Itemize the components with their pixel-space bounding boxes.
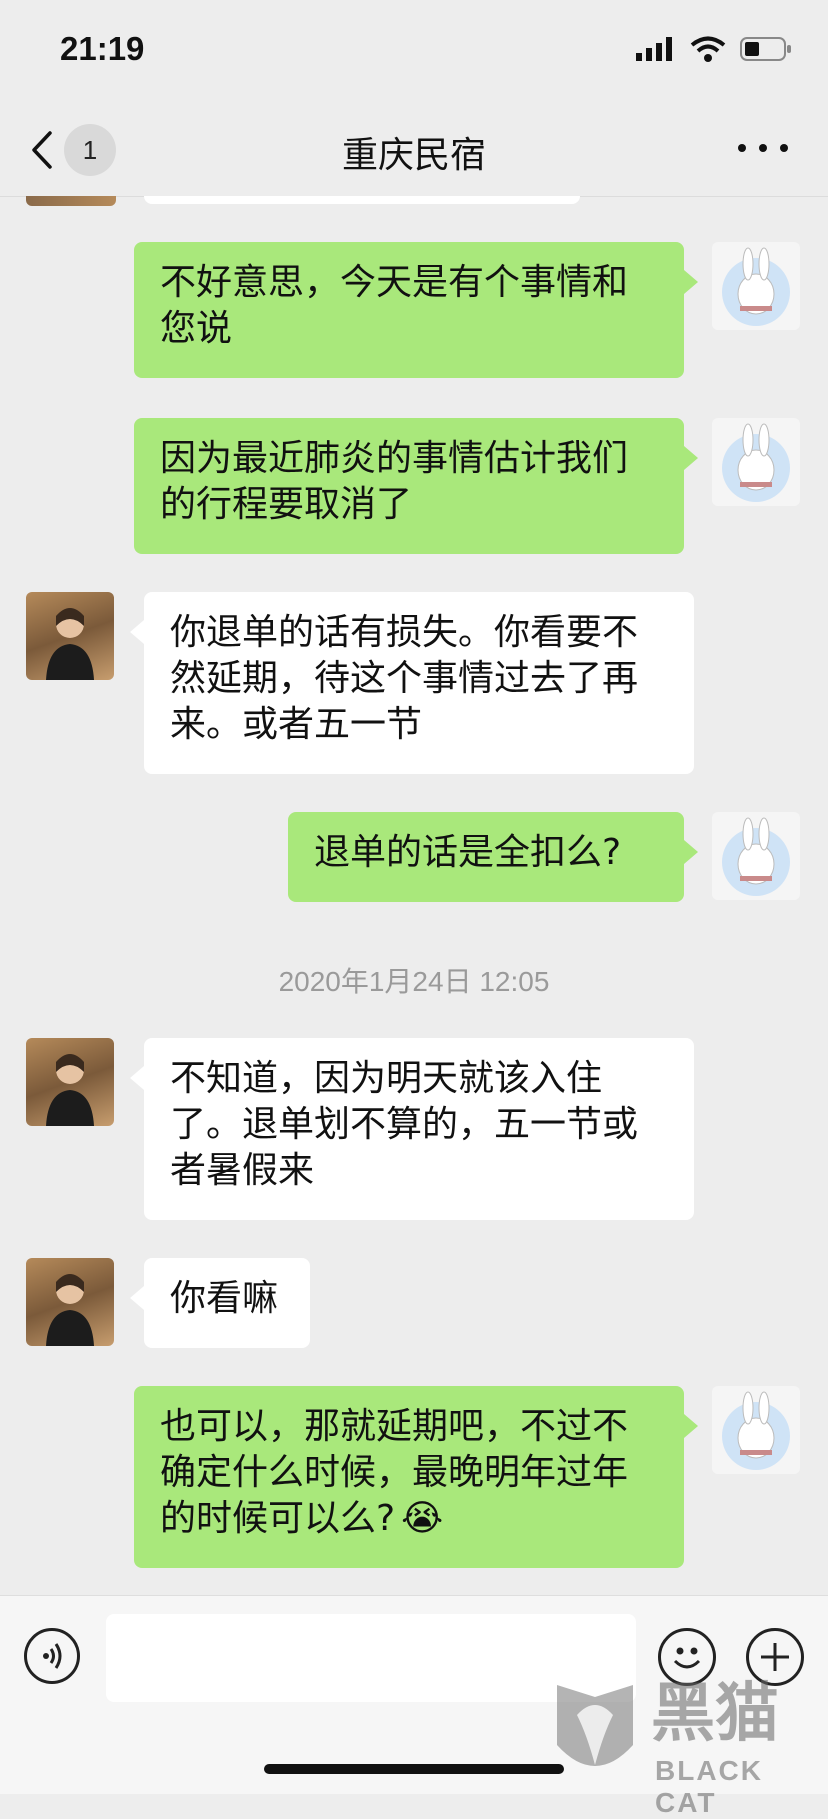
rabbit-avatar-icon bbox=[722, 247, 790, 326]
voice-icon bbox=[43, 1643, 62, 1669]
contact-photo bbox=[46, 1274, 94, 1346]
more-icon bbox=[738, 144, 746, 152]
rabbit-avatar-icon bbox=[722, 817, 790, 896]
status-time: 21:19 bbox=[60, 30, 145, 67]
watermark-brand-en: BLACK CAT bbox=[655, 1755, 763, 1818]
avatar-contact[interactable] bbox=[26, 1258, 114, 1346]
message-text: 也可以，那就延期吧，不过不确定什么时候，最晚明年过年的时候可以么? bbox=[160, 1406, 629, 1539]
message-bubble-sent[interactable]: 退单的话是全扣么? bbox=[288, 812, 698, 902]
message-bubble-partial bbox=[144, 196, 580, 204]
signal-icon bbox=[636, 37, 672, 61]
rabbit-avatar-icon bbox=[722, 1391, 790, 1470]
message-bubble-sent[interactable]: 因为最近肺炎的事情估计我们的行程要取消了 bbox=[134, 418, 698, 554]
avatar-contact[interactable] bbox=[26, 592, 114, 680]
avatar-contact[interactable] bbox=[26, 1038, 114, 1126]
contact-photo bbox=[46, 608, 94, 680]
crying-emoji: 😭 bbox=[401, 1498, 444, 1539]
avatar-self[interactable] bbox=[712, 812, 800, 900]
message-bubble-sent[interactable]: 不好意思，今天是有个事情和您说 bbox=[134, 242, 698, 378]
home-indicator[interactable] bbox=[264, 1764, 564, 1774]
battery-icon bbox=[740, 37, 791, 61]
message-bubble-sent[interactable]: 也可以，那就延期吧，不过不确定什么时候，最晚明年过年的时候可以么? 😭 bbox=[134, 1386, 698, 1568]
message-bubble-received[interactable]: 不知道，因为明天就该入住了。退单划不算的，五一节或者暑假来 bbox=[130, 1038, 694, 1220]
watermark-logo: 黑猫 BLACK CAT bbox=[555, 1675, 828, 1818]
voice-button[interactable] bbox=[24, 1628, 80, 1684]
timestamp: 2020年1月24日 12:05 bbox=[278, 966, 550, 997]
avatar-self[interactable] bbox=[712, 418, 800, 506]
message-bubble-received[interactable]: 你退单的话有损失。你看要不然延期，待这个事情过去了再来。或者五一节 bbox=[130, 592, 694, 774]
rabbit-avatar-icon bbox=[722, 423, 790, 502]
wifi-icon bbox=[690, 36, 726, 62]
watermark-brand-cn: 黑猫 bbox=[651, 1677, 779, 1751]
chat-header: 1 重庆民宿 bbox=[0, 100, 828, 197]
avatar-self[interactable] bbox=[712, 242, 800, 330]
status-bar: 21:19 bbox=[0, 0, 828, 100]
status-icons bbox=[636, 36, 792, 62]
avatar-self[interactable] bbox=[712, 1386, 800, 1474]
contact-photo bbox=[46, 1054, 94, 1126]
chat-title: 重庆民宿 bbox=[341, 135, 486, 176]
avatar-partial bbox=[26, 196, 116, 206]
more-button[interactable] bbox=[738, 128, 788, 168]
message-bubble-received[interactable]: 你看嘛 bbox=[130, 1258, 310, 1348]
